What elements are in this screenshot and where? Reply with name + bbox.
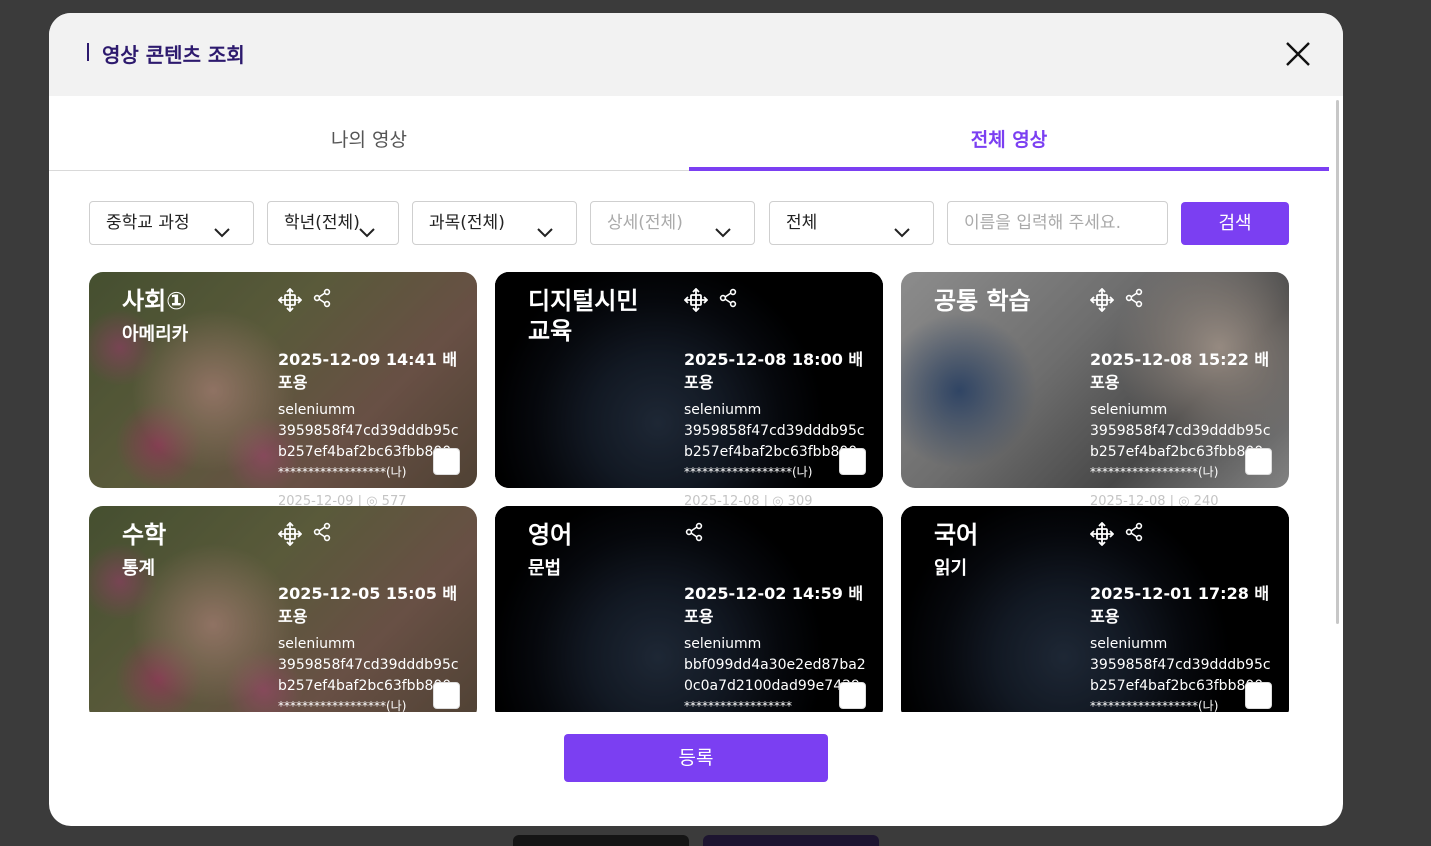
card-checkbox[interactable] — [1245, 448, 1272, 475]
card-author: seleniumm — [278, 402, 356, 418]
tab-all-videos[interactable]: 전체 영상 — [689, 96, 1329, 171]
video-card[interactable]: 국어 읽기 2025-12-01 17:28 배포용 seleniumm 3959858… — [901, 506, 1289, 712]
move-icon[interactable] — [277, 521, 303, 547]
card-author: seleniumm — [684, 636, 762, 652]
card-checkbox[interactable] — [1245, 682, 1272, 709]
video-card[interactable]: 디지털시민 교육 2025-12-08 18:00 배포용 seleniumm 395… — [495, 272, 883, 488]
title-accent-bar — [87, 43, 89, 61]
card-author: seleniumm — [1090, 402, 1168, 418]
video-grid: 2025-12-08 | ◎ 240 2025-12-08 | ◎ 309 2025… — [89, 272, 1299, 712]
card-checkbox[interactable] — [839, 448, 866, 475]
scrollbar[interactable] — [1336, 100, 1339, 624]
card-subject: 수학 — [122, 521, 167, 549]
card-detail: 읽기 — [934, 558, 968, 579]
move-icon[interactable] — [1089, 521, 1115, 547]
card-subject: 디지털시민 교육 — [528, 287, 639, 345]
video-content-modal: 영상 콘텐츠 조회 나의 영상 전체 영상 중학교 과정 학년(전체) 과목(전… — [49, 13, 1343, 826]
grade-select-value: 학년(전체) — [284, 213, 360, 233]
card-detail: 통계 — [122, 558, 156, 579]
course-select[interactable]: 중학교 과정 — [89, 201, 254, 245]
close-icon[interactable] — [1283, 39, 1313, 69]
card-actions — [277, 287, 336, 313]
share-icon[interactable] — [1124, 288, 1148, 312]
card-actions — [277, 521, 336, 547]
card-date: 2025-12-09 14:41 배포용 — [278, 350, 458, 392]
card-date: 2025-12-08 18:00 배포용 — [684, 350, 864, 392]
card-subject: 영어 — [528, 521, 573, 549]
tab-bar: 나의 영상 전체 영상 — [49, 96, 1329, 171]
video-card[interactable]: 공통 학습 2025-12-08 15:22 배포용 seleniumm 395985… — [901, 272, 1289, 488]
share-icon[interactable] — [312, 522, 336, 546]
share-icon[interactable] — [684, 522, 708, 546]
card-date: 2025-12-08 15:22 배포용 — [1090, 350, 1270, 392]
card-checkbox[interactable] — [433, 448, 460, 475]
scope-select-value: 전체 — [786, 213, 818, 233]
share-icon[interactable] — [312, 288, 336, 312]
card-detail: 아메리카 — [122, 324, 189, 345]
chevron-down-icon — [714, 215, 732, 238]
name-search-input[interactable] — [947, 201, 1168, 245]
course-select-value: 중학교 과정 — [106, 213, 190, 233]
scope-select[interactable]: 전체 — [769, 201, 934, 245]
register-button[interactable]: 등록 — [564, 734, 828, 782]
card-subject: 공통 학습 — [934, 287, 1031, 315]
share-icon[interactable] — [1124, 522, 1148, 546]
detail-select-value: 상세(전체) — [607, 213, 683, 233]
card-actions — [683, 287, 742, 313]
card-detail: 문법 — [528, 558, 562, 579]
card-actions — [684, 522, 708, 546]
grade-select[interactable]: 학년(전체) — [267, 201, 399, 245]
card-date: 2025-12-01 17:28 배포용 — [1090, 584, 1270, 626]
modal-header: 영상 콘텐츠 조회 — [49, 13, 1343, 96]
background-button — [513, 835, 689, 846]
share-icon[interactable] — [718, 288, 742, 312]
card-date: 2025-12-02 14:59 배포용 — [684, 584, 864, 626]
move-icon[interactable] — [277, 287, 303, 313]
video-card[interactable]: 수학 통계 2025-12-05 15:05 배포용 seleniumm 3959858… — [89, 506, 477, 712]
tab-my-videos[interactable]: 나의 영상 — [49, 96, 689, 170]
chevron-down-icon — [536, 215, 554, 238]
card-actions — [1089, 521, 1148, 547]
search-button[interactable]: 검색 — [1181, 202, 1289, 245]
move-icon[interactable] — [1089, 287, 1115, 313]
subject-select-value: 과목(전체) — [429, 213, 505, 233]
subject-select[interactable]: 과목(전체) — [412, 201, 577, 245]
card-subject: 국어 — [934, 521, 979, 549]
card-date: 2025-12-05 15:05 배포용 — [278, 584, 458, 626]
move-icon[interactable] — [683, 287, 709, 313]
detail-select[interactable]: 상세(전체) — [590, 201, 755, 245]
card-checkbox[interactable] — [433, 682, 460, 709]
card-actions — [1089, 287, 1148, 313]
background-button — [703, 835, 879, 846]
card-checkbox[interactable] — [839, 682, 866, 709]
chevron-down-icon — [213, 215, 231, 238]
card-author: seleniumm — [684, 402, 762, 418]
card-subject: 사회① — [122, 287, 187, 315]
video-card[interactable]: 영어 문법 2025-12-02 14:59 배포용 seleniumm bbf099d… — [495, 506, 883, 712]
card-author: seleniumm — [1090, 636, 1168, 652]
card-author: seleniumm — [278, 636, 356, 652]
chevron-down-icon — [358, 215, 376, 238]
chevron-down-icon — [893, 215, 911, 238]
modal-title: 영상 콘텐츠 조회 — [102, 43, 245, 67]
video-card[interactable]: 사회① 아메리카 2025-12-09 14:41 배포용 seleniumm 3959… — [89, 272, 477, 488]
